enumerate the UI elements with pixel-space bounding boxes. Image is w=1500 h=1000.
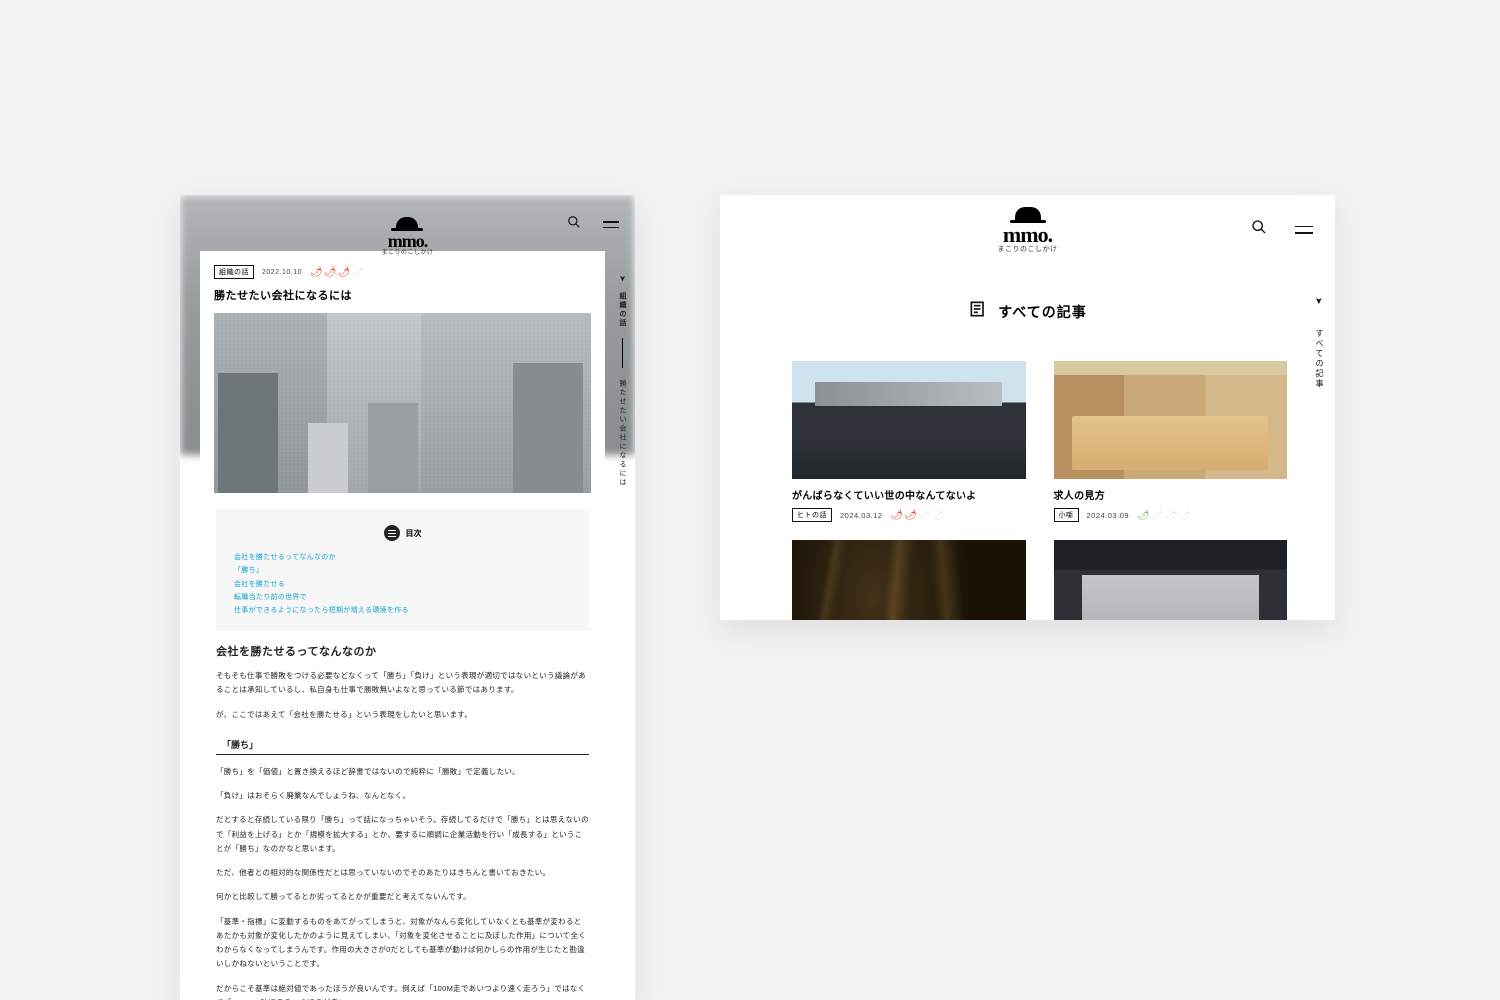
- article-card-title: 求人の見方: [1054, 487, 1288, 502]
- search-icon[interactable]: [1251, 219, 1267, 240]
- paragraph: が、ここではあえて「会社を勝たせる」という表現をしたいと思います。: [216, 708, 589, 722]
- publish-date: 2024.03.09: [1087, 511, 1130, 520]
- category-tag[interactable]: 組織の話: [214, 265, 254, 279]
- category-tag: ヒトの話: [792, 508, 832, 522]
- breadcrumb-vertical: ➤ すべての記事: [1314, 297, 1325, 389]
- paragraph: 「基準・指標」に変動するものをあてがってしまうと、対象がなんら変化していなくとも…: [216, 915, 589, 972]
- logo-tagline: まこりのこしかけ: [381, 250, 433, 256]
- paragraph: ただ、他者との相対的な関係性だとは思っていないのでそのあたりはきちんと書いておき…: [216, 866, 589, 880]
- article-grid: がんばらなくていい世の中なんてないよ ヒトの話 2024.03.12 🌶🌶🌶🌶 …: [792, 361, 1287, 620]
- article-list-screen: mmo. まこりのこしかけ すべての記事 ➤ すべての記事 がんばらなくていい世…: [720, 195, 1335, 620]
- logo-wordmark: mmo.: [998, 224, 1058, 246]
- article-card[interactable]: 求人の見方 小噺 2024.03.09 🌶🌶🌶🌶: [1054, 361, 1288, 522]
- article-hero-image: [214, 313, 591, 493]
- article-card[interactable]: [792, 540, 1026, 620]
- article-thumb: [1054, 540, 1288, 620]
- article-card-title: がんばらなくていい世の中なんてないよ: [792, 487, 1026, 502]
- page-heading: すべての記事: [720, 299, 1335, 324]
- publish-date: 2024.03.12: [840, 511, 883, 520]
- site-logo[interactable]: mmo. まこりのこしかけ: [381, 217, 433, 256]
- section-heading: 会社を勝たせるってなんなのか: [216, 643, 589, 659]
- hero-image-content: [214, 373, 591, 493]
- toc-item[interactable]: 会社を勝たせるってなんなのか: [234, 551, 571, 564]
- site-header: mmo. まこりのこしかけ: [720, 195, 1335, 265]
- site-logo[interactable]: mmo. まこりのこしかけ: [998, 207, 1058, 253]
- article-card[interactable]: [1054, 540, 1288, 620]
- menu-icon[interactable]: [1295, 226, 1313, 234]
- chevron-right-icon: ➤: [1314, 297, 1324, 307]
- page-title: すべての記事: [998, 302, 1086, 322]
- toc-item[interactable]: 会社を勝たせる: [234, 578, 571, 591]
- article-thumb: [792, 361, 1026, 479]
- table-of-contents: 目次 会社を勝たせるってなんなのか 「勝ち」 会社を勝たせる 転職当たり前の世界…: [216, 509, 589, 631]
- vertical-category: 組織の話: [619, 292, 626, 328]
- paragraph: そもそも仕事で勝敗をつける必要などなくって「勝ち」「負け」という表現が適切ではな…: [216, 669, 589, 698]
- paragraph: 何かと比較して勝ってるとか劣ってるとかが重要だと考えてないんです。: [216, 890, 589, 904]
- paragraph: 「勝ち」を「価値」と置き換えるほど辞書ではないので純粋に「勝敗」で定義したい。: [216, 765, 589, 779]
- toc-item[interactable]: 「勝ち」: [234, 564, 571, 577]
- toc-header: 目次: [234, 525, 571, 541]
- article-meta: 組織の話 2022.10.10 🌶🌶🌶🌶: [214, 265, 591, 279]
- publish-date: 2022.10.10: [262, 269, 302, 276]
- article-card-meta: ヒトの話 2024.03.12 🌶🌶🌶🌶: [792, 508, 1026, 522]
- article-card-meta: 小噺 2024.03.09 🌶🌶🌶🌶: [1054, 508, 1288, 522]
- search-icon[interactable]: [567, 215, 581, 234]
- spice-meter-r0: 🌶🌶🌶🌶: [891, 510, 945, 521]
- breadcrumb-vertical: ➤ 組織の話 勝たせたい会社になるには: [617, 275, 627, 488]
- paragraph: だとすると存続している限り「勝ち」って話になっちゃいそう。存続してるだけで「勝ち…: [216, 813, 589, 856]
- separator-line: [622, 338, 623, 368]
- articles-icon: [968, 299, 988, 324]
- subsection-heading: 「勝ち」: [216, 738, 589, 755]
- article-body: 会社を勝たせるってなんなのか そもそも仕事で勝敗をつける必要などなくって「勝ち」…: [216, 643, 589, 1000]
- article-detail-screen: mmo. まこりのこしかけ ➤ 組織の話 勝たせたい会社になるには 組織の話 2…: [180, 195, 635, 1000]
- vertical-page-title: すべての記事: [1315, 329, 1324, 389]
- paragraph: 「負け」はおそらく廃業なんでしょうね、なんとなく。: [216, 789, 589, 803]
- vertical-title: 勝たせたい会社になるには: [619, 380, 626, 488]
- logo-hat-icon: [396, 217, 418, 231]
- spice-meter-left: 🌶🌶🌶🌶: [310, 267, 364, 278]
- header-actions: [1251, 219, 1313, 240]
- toc-item[interactable]: 転職当たり前の世界で: [234, 591, 571, 604]
- article-thumb: [792, 540, 1026, 620]
- article-thumb: [1054, 361, 1288, 479]
- menu-icon[interactable]: [603, 221, 619, 228]
- spice-meter-r1: 🌶🌶🌶🌶: [1137, 510, 1191, 521]
- toc-item[interactable]: 仕事ができるようになったら短期が増える環境を作る: [234, 604, 571, 617]
- logo-wordmark: mmo.: [381, 232, 433, 250]
- paragraph: だからこそ基準は絶対値であったほうが良いんです。例えば「100M走であいつより速…: [216, 982, 589, 1000]
- article-title: 勝たせたい会社になるには: [214, 287, 591, 303]
- logo-hat-icon: [1015, 207, 1041, 223]
- chevron-right-icon: ➤: [618, 275, 627, 284]
- list-icon: [384, 525, 400, 541]
- toc-label: 目次: [406, 528, 422, 539]
- category-tag: 小噺: [1054, 508, 1079, 522]
- header-actions: [567, 215, 619, 234]
- article-card[interactable]: がんばらなくていい世の中なんてないよ ヒトの話 2024.03.12 🌶🌶🌶🌶: [792, 361, 1026, 522]
- logo-tagline: まこりのこしかけ: [998, 246, 1058, 253]
- article-header-card: 組織の話 2022.10.10 🌶🌶🌶🌶 勝たせたい会社になるには: [200, 251, 605, 493]
- toc-list: 会社を勝たせるってなんなのか 「勝ち」 会社を勝たせる 転職当たり前の世界で 仕…: [234, 551, 571, 617]
- site-header: mmo. まこりのこしかけ: [180, 211, 635, 261]
